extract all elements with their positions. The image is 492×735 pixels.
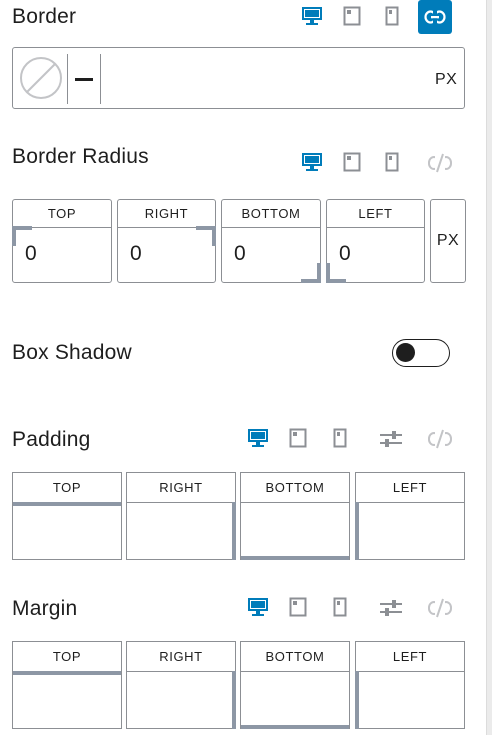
tablet-icon[interactable] — [289, 428, 307, 448]
mobile-icon[interactable] — [333, 597, 347, 617]
radius-right-field[interactable]: RIGHT 0 — [117, 199, 216, 283]
margin-left-label: LEFT — [392, 649, 428, 664]
border-style-none-button[interactable] — [17, 54, 65, 102]
border-radius-title: Border Radius — [12, 145, 149, 168]
sliders-icon[interactable] — [379, 430, 403, 448]
radius-top-label: TOP — [47, 206, 77, 221]
padding-bottom-label: BOTTOM — [265, 480, 325, 495]
link-icon — [424, 10, 446, 24]
toggle-knob — [396, 343, 415, 362]
padding-title: Padding — [12, 428, 91, 451]
desktop-icon[interactable] — [301, 152, 323, 172]
desktop-icon[interactable] — [301, 6, 323, 26]
padding-top-label: TOP — [52, 480, 82, 495]
link-values-button[interactable] — [418, 0, 452, 34]
padding-left-label: LEFT — [392, 480, 428, 495]
radius-left-field[interactable]: LEFT 0 — [326, 199, 425, 283]
bottom-side-marker — [241, 556, 349, 560]
solid-line-icon — [75, 77, 93, 81]
unlink-icon[interactable] — [427, 153, 453, 178]
padding-bottom-field[interactable]: BOTTOM — [240, 472, 350, 560]
margin-top-field[interactable]: TOP — [12, 641, 122, 729]
unlink-icon[interactable] — [427, 598, 453, 623]
tablet-icon[interactable] — [289, 597, 307, 617]
desktop-icon[interactable] — [247, 428, 269, 448]
margin-bottom-field[interactable]: BOTTOM — [240, 641, 350, 729]
border-style-picker: PX — [12, 47, 465, 109]
margin-top-label: TOP — [52, 649, 82, 664]
border-title: Border — [12, 5, 77, 28]
bottom-right-corner-marker — [301, 263, 321, 283]
desktop-icon[interactable] — [247, 597, 269, 617]
box-shadow-title: Box Shadow — [12, 341, 132, 364]
unlink-icon[interactable] — [427, 429, 453, 454]
margin-title: Margin — [12, 597, 78, 620]
mobile-icon[interactable] — [385, 6, 399, 26]
radius-bottom-field[interactable]: BOTTOM 0 — [221, 199, 321, 283]
style-divider — [67, 54, 68, 104]
padding-top-field[interactable]: TOP — [12, 472, 122, 560]
radius-bottom-label: BOTTOM — [241, 206, 301, 221]
bottom-side-marker — [241, 725, 349, 729]
radius-right-value[interactable]: 0 — [130, 242, 142, 266]
left-side-marker — [355, 671, 359, 729]
bottom-left-corner-marker — [326, 263, 346, 283]
padding-right-field[interactable]: RIGHT — [126, 472, 236, 560]
radius-top-field[interactable]: TOP 0 — [12, 199, 112, 283]
border-style-solid-button[interactable] — [71, 66, 97, 92]
margin-right-field[interactable]: RIGHT — [126, 641, 236, 729]
radius-bottom-value[interactable]: 0 — [234, 242, 246, 266]
top-side-marker — [13, 671, 121, 675]
right-side-marker — [232, 502, 236, 560]
margin-left-field[interactable]: LEFT — [355, 641, 465, 729]
right-side-marker — [232, 671, 236, 729]
box-shadow-toggle[interactable] — [392, 339, 450, 367]
style-divider — [100, 54, 101, 104]
margin-right-label: RIGHT — [159, 649, 203, 664]
top-right-corner-marker — [196, 226, 216, 246]
radius-left-label: LEFT — [358, 206, 393, 221]
mobile-icon[interactable] — [385, 152, 399, 172]
border-unit[interactable]: PX — [435, 71, 457, 89]
padding-left-field[interactable]: LEFT — [355, 472, 465, 560]
tablet-icon[interactable] — [343, 152, 361, 172]
scrollbar-track[interactable] — [486, 0, 492, 735]
padding-right-label: RIGHT — [159, 480, 203, 495]
top-left-corner-marker — [12, 226, 32, 246]
radius-unit-button[interactable]: PX — [430, 199, 466, 283]
none-icon — [20, 57, 62, 99]
mobile-icon[interactable] — [333, 428, 347, 448]
top-side-marker — [13, 502, 121, 506]
radius-unit: PX — [436, 232, 460, 249]
left-side-marker — [355, 502, 359, 560]
tablet-icon[interactable] — [343, 6, 361, 26]
radius-right-label: RIGHT — [144, 206, 189, 221]
margin-bottom-label: BOTTOM — [265, 649, 325, 664]
sliders-icon[interactable] — [379, 599, 403, 617]
